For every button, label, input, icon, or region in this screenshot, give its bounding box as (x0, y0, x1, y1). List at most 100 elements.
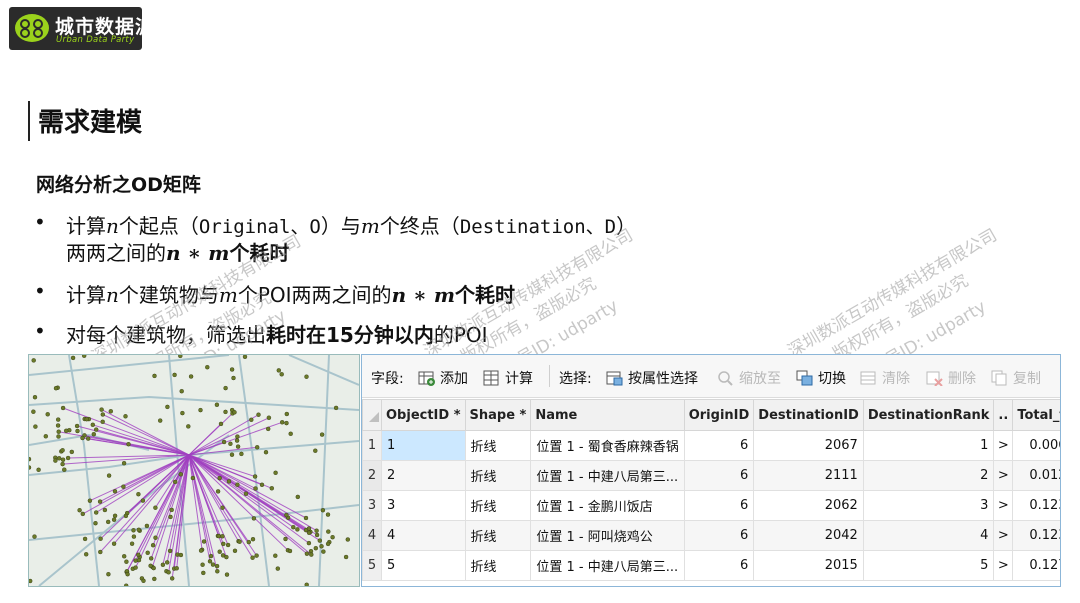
cell-objectid[interactable]: 2 (381, 460, 466, 491)
cell-shape[interactable]: 折线 (464, 460, 532, 491)
row-number[interactable]: 5 (362, 550, 382, 581)
poi-point (32, 534, 37, 539)
poi-point (60, 448, 65, 453)
cell-destinationid[interactable]: 2062 (753, 490, 864, 521)
toolbar-separator (549, 365, 550, 387)
cell-destinationid[interactable]: 2015 (753, 550, 864, 581)
cell-destinationrank[interactable]: 2 (862, 460, 995, 491)
column-header-more[interactable]: .. (993, 399, 1014, 431)
clear-selection-button[interactable]: 清除 (860, 368, 910, 388)
cell-shape[interactable]: 折线 (464, 430, 532, 461)
column-header-objectid[interactable]: ObjectID * (381, 399, 466, 431)
poi-point (53, 386, 59, 391)
cell-originid[interactable]: 6 (683, 520, 755, 551)
poi-point (319, 432, 325, 437)
cell-destinationid[interactable]: 2042 (753, 520, 864, 551)
column-header-destinationrank[interactable]: DestinationRank (862, 399, 995, 431)
poi-point (180, 410, 185, 416)
cell-objectid[interactable]: 3 (381, 490, 466, 521)
od-map-canvas[interactable] (29, 355, 359, 586)
poi-point (91, 431, 97, 437)
poi-point (153, 535, 158, 540)
column-header-name[interactable]: Name (530, 399, 685, 431)
poi-point (136, 557, 142, 563)
cell-originid[interactable]: 6 (683, 460, 755, 491)
logo-mark-icon (15, 14, 49, 42)
select-by-attributes-button[interactable]: 按属性选择 (606, 368, 698, 388)
poi-point (273, 553, 278, 558)
poi-point (250, 555, 255, 560)
cell-objectid[interactable]: 5 (381, 550, 466, 581)
cell-originid[interactable]: 6 (683, 430, 755, 461)
poi-point (172, 372, 177, 378)
title-accent-bar (28, 101, 30, 141)
poi-point (178, 552, 184, 558)
cell-name[interactable]: 位置 1 - 中建八局第三... (530, 550, 685, 581)
column-header-shape[interactable]: Shape * (464, 399, 532, 431)
poi-point (168, 514, 173, 520)
row-number[interactable]: 2 (362, 460, 382, 491)
column-header-destinationid[interactable]: DestinationID (753, 399, 864, 431)
cell-destinationid[interactable]: 2111 (753, 460, 864, 491)
poi-point (276, 368, 282, 373)
column-header-total-time[interactable]: Total_time (1012, 399, 1060, 431)
cell-objectid[interactable]: 4 (381, 520, 466, 551)
poi-point (62, 467, 67, 472)
cell-total-time[interactable]: 0.123109 (1012, 490, 1060, 521)
table-row[interactable]: 3 3 折线 位置 1 - 金鹏川饭店 6 2062 3 > 0.123109 (362, 490, 1060, 521)
zoom-to-button[interactable]: 缩放至 (717, 368, 781, 388)
cell-more[interactable]: > (993, 490, 1014, 521)
cell-objectid[interactable]: 1 (381, 430, 466, 461)
cell-destinationrank[interactable]: 5 (862, 550, 995, 581)
cell-total-time[interactable]: 0.123236 (1012, 520, 1060, 551)
poi-point (36, 467, 41, 473)
copy-selection-button[interactable]: 复制 (991, 368, 1041, 388)
cell-more[interactable]: > (993, 550, 1014, 581)
poi-point (306, 540, 312, 546)
poi-point (174, 566, 179, 571)
poi-point (141, 578, 146, 584)
table-row[interactable]: 5 5 折线 位置 1 - 中建八局第三... 6 2015 5 > 0.127… (362, 550, 1060, 581)
cell-shape[interactable]: 折线 (464, 550, 532, 581)
poi-point (178, 355, 183, 359)
cell-total-time[interactable]: 0.127919 (1012, 550, 1060, 581)
row-number[interactable]: 4 (362, 520, 382, 551)
poi-point (201, 539, 207, 544)
cell-destinationrank[interactable]: 1 (862, 430, 995, 461)
zoom-to-icon (717, 370, 734, 386)
calculate-field-button[interactable]: 计算 (483, 368, 533, 388)
poi-point (43, 434, 48, 439)
cell-more[interactable]: > (993, 460, 1014, 491)
row-number[interactable]: 3 (362, 490, 382, 521)
row-number[interactable]: 1 (362, 430, 382, 461)
cell-name[interactable]: 位置 1 - 金鹏川饭店 (530, 490, 685, 521)
cell-shape[interactable]: 折线 (464, 490, 532, 521)
cell-more[interactable]: > (993, 430, 1014, 461)
table-row[interactable]: 2 2 折线 位置 1 - 中建八局第三... 6 2111 2 > 0.012… (362, 460, 1060, 491)
poi-point (80, 511, 85, 517)
switch-selection-button[interactable]: 切换 (796, 368, 846, 388)
cell-name[interactable]: 位置 1 - 中建八局第三... (530, 460, 685, 491)
cell-total-time[interactable]: 0.012768 (1012, 460, 1060, 491)
cell-more[interactable]: > (993, 520, 1014, 551)
table-row[interactable]: 1 1 折线 位置 1 - 蜀食香麻辣香锅 6 2067 1 > 0.00640… (362, 430, 1060, 461)
poi-point (235, 444, 241, 449)
cell-name[interactable]: 位置 1 - 蜀食香麻辣香锅 (530, 430, 685, 461)
poi-point (256, 412, 261, 417)
cell-originid[interactable]: 6 (683, 490, 755, 521)
cell-shape[interactable]: 折线 (464, 520, 532, 551)
select-all-corner[interactable] (362, 399, 382, 431)
cell-total-time[interactable]: 0.006408 (1012, 430, 1060, 461)
cell-originid[interactable]: 6 (683, 550, 755, 581)
poi-point (123, 513, 129, 519)
table-row[interactable]: 4 4 折线 位置 1 - 阿叫烧鸡公 6 2042 4 > 0.123236 (362, 520, 1060, 551)
column-header-originid[interactable]: OriginID (683, 399, 755, 431)
poi-point (345, 537, 350, 542)
cell-destinationrank[interactable]: 3 (862, 490, 995, 521)
delete-selection-button[interactable]: 删除 (926, 368, 976, 388)
od-map-view[interactable] (28, 354, 360, 587)
cell-destinationid[interactable]: 2067 (753, 430, 864, 461)
add-field-button[interactable]: 添加 (418, 368, 468, 388)
cell-name[interactable]: 位置 1 - 阿叫烧鸡公 (530, 520, 685, 551)
cell-destinationrank[interactable]: 4 (862, 520, 995, 551)
